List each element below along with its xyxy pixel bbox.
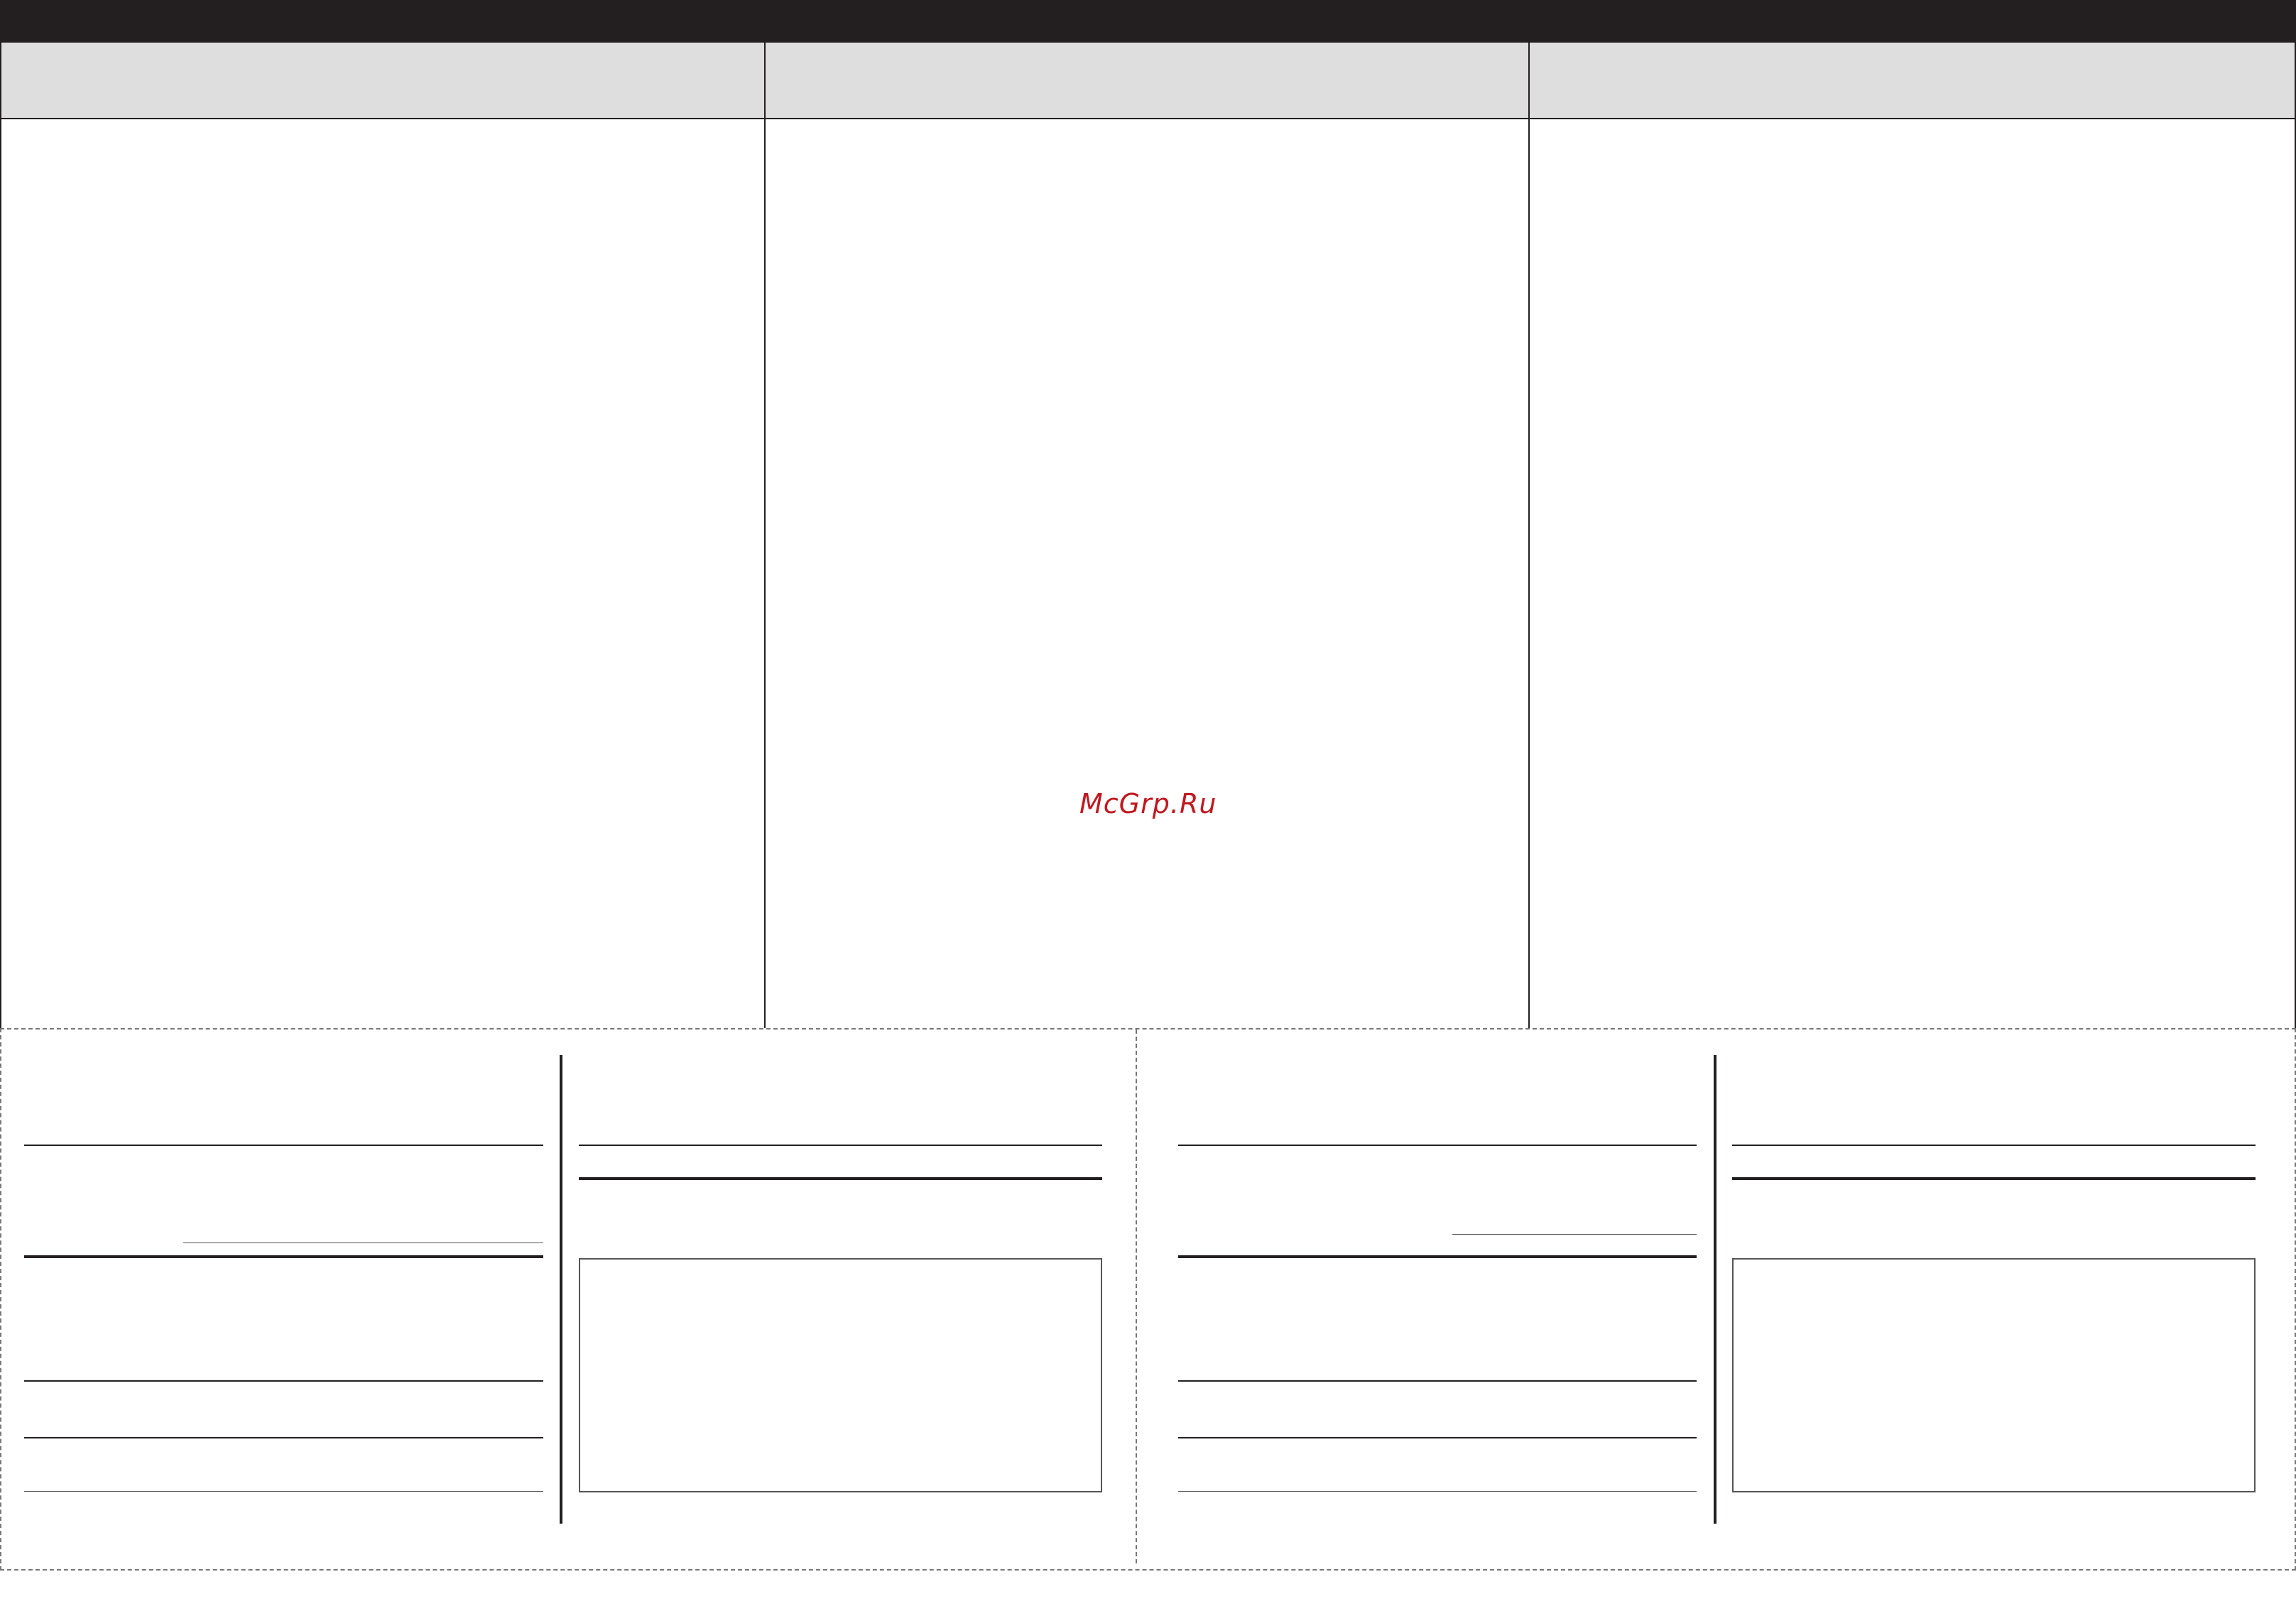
form-page: McGrp.Ru: [0, 0, 2296, 1611]
column-1-header-bar: [1, 0, 764, 41]
coupon-left-stamp-box: [579, 1258, 1102, 1492]
coupon-right-vertical-rule: [1714, 1055, 1716, 1524]
coupon-right-right-line-2: [1732, 1177, 2256, 1180]
column-3-body: [1530, 119, 2295, 1028]
column-2-header-bar: [766, 0, 1528, 41]
form-column-3: [1528, 0, 2296, 1028]
coupon-right-field-line-5: [1178, 1491, 1697, 1492]
coupon-left-right-line-2: [579, 1177, 1102, 1180]
form-column-2: [764, 0, 1530, 1028]
coupon-right-stamp-box: [1732, 1258, 2256, 1492]
column-3-subheader: [1530, 41, 2295, 119]
column-1-subheader: [1, 41, 764, 119]
column-3-header-bar: [1530, 0, 2295, 41]
coupon-right-field-line-3: [1178, 1380, 1697, 1382]
coupon-right-field-line-short: [1452, 1234, 1697, 1235]
column-1-body: [1, 119, 764, 1028]
coupon-right-field-line-1: [1178, 1145, 1697, 1146]
form-column-1: [0, 0, 766, 1028]
coupon-right: [1137, 1030, 2270, 1569]
coupon-left-right-line-1: [579, 1145, 1102, 1146]
tear-off-coupons: [0, 1028, 2296, 1571]
coupon-right-field-line-4: [1178, 1437, 1697, 1438]
coupon-left-field-line-3: [24, 1380, 543, 1382]
coupon-right-right-line-1: [1732, 1145, 2256, 1146]
coupon-left-field-line-1: [24, 1145, 543, 1146]
watermark: McGrp.Ru: [1079, 788, 1217, 819]
column-2-body: [766, 119, 1528, 1028]
coupon-left-vertical-rule: [560, 1055, 562, 1524]
coupon-right-field-line-2: [1178, 1255, 1697, 1258]
column-2-subheader: [766, 41, 1528, 119]
coupon-left: [1, 1030, 1134, 1569]
coupon-left-field-line-5: [24, 1491, 543, 1492]
coupon-left-field-line-2: [24, 1255, 543, 1258]
coupon-left-field-line-4: [24, 1437, 543, 1438]
